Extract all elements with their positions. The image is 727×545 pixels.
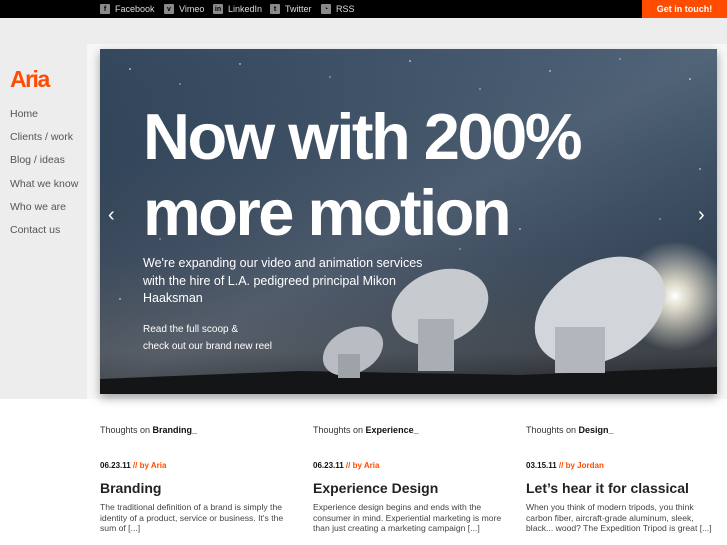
post-meta: 06.23.11 // by Aria xyxy=(100,461,167,470)
post-excerpt: The traditional definition of a brand is… xyxy=(100,502,284,534)
rss-label: RSS xyxy=(336,4,355,14)
post-meta: 03.15.11 // by Jordan xyxy=(526,461,604,470)
post-meta: 06.23.11 // by Aria xyxy=(313,461,380,470)
thoughts-heading: Thoughts on Experience_ xyxy=(313,425,419,435)
vimeo-icon: v xyxy=(164,4,174,14)
thoughts-heading: Thoughts on Branding_ xyxy=(100,425,198,435)
facebook-link[interactable]: f Facebook xyxy=(100,0,155,18)
post-author[interactable]: by Aria xyxy=(353,461,380,470)
post-date: 06.23.11 xyxy=(100,461,131,470)
vimeo-label: Vimeo xyxy=(179,4,205,14)
twitter-link[interactable]: t Twitter xyxy=(270,0,312,18)
hero-slide: Now with 200% more motion We're expandin… xyxy=(100,49,717,394)
nav-item-clients-work[interactable]: Clients / work xyxy=(10,129,78,152)
hero-headline: Now with 200% more motion xyxy=(143,99,583,251)
post-title[interactable]: Experience Design xyxy=(313,480,503,498)
rss-icon: ◔ xyxy=(321,4,331,14)
slider-next-arrow-icon[interactable]: › xyxy=(698,205,705,225)
linkedin-label: LinkedIn xyxy=(228,4,263,14)
post-title[interactable]: Let’s hear it for classical xyxy=(526,480,716,498)
slider-prev-arrow-icon[interactable]: ‹ xyxy=(108,205,115,225)
thoughts-topic[interactable]: Branding_ xyxy=(153,425,198,435)
post-date: 06.23.11 xyxy=(313,461,344,470)
thoughts-topic[interactable]: Design_ xyxy=(579,425,614,435)
get-in-touch-button[interactable]: Get in touch! xyxy=(642,0,727,18)
facebook-icon: f xyxy=(100,4,110,14)
nav-item-what-we-know[interactable]: What we know xyxy=(10,176,78,199)
nav-item-contact-us[interactable]: Contact us xyxy=(10,222,78,245)
hero-link-line-2[interactable]: check out our brand new reel xyxy=(143,338,272,355)
nav-item-who-we-are[interactable]: Who we are xyxy=(10,199,78,222)
rss-link[interactable]: ◔ RSS xyxy=(321,0,355,18)
twitter-label: Twitter xyxy=(285,4,312,14)
linkedin-link[interactable]: in LinkedIn xyxy=(213,0,262,18)
nav-item-blog-ideas[interactable]: Blog / ideas xyxy=(10,152,78,175)
vimeo-link[interactable]: v Vimeo xyxy=(164,0,204,18)
post-author[interactable]: by Aria xyxy=(140,461,167,470)
post-excerpt: Experience design begins and ends with t… xyxy=(313,502,502,534)
logo[interactable]: Aria xyxy=(10,66,50,93)
post-title[interactable]: Branding xyxy=(100,480,290,498)
linkedin-icon: in xyxy=(213,4,223,14)
top-bar: f Facebook v Vimeo in LinkedIn t Twitter… xyxy=(0,0,727,18)
post-author[interactable]: by Jordan xyxy=(566,461,604,470)
thoughts-heading: Thoughts on Design_ xyxy=(526,425,614,435)
hero-link-line-1[interactable]: Read the full scoop & xyxy=(143,321,272,338)
hero-headline-line-1: Now with 200% xyxy=(143,100,583,173)
facebook-label: Facebook xyxy=(115,4,155,14)
post-column-experience: Thoughts on Experience_ 06.23.11 // by A… xyxy=(313,425,503,534)
post-column-design: Thoughts on Design_ 03.15.11 // by Jorda… xyxy=(526,425,716,534)
post-column-branding: Thoughts on Branding_ 06.23.11 // by Ari… xyxy=(100,425,290,534)
post-date: 03.15.11 xyxy=(526,461,557,470)
hero-headline-line-2: more motion xyxy=(143,176,512,249)
nav-item-home[interactable]: Home xyxy=(10,106,78,129)
thoughts-topic[interactable]: Experience_ xyxy=(366,425,419,435)
hero-subtext: We're expanding our video and animation … xyxy=(143,256,423,305)
post-excerpt: When you think of modern tripods, you th… xyxy=(526,502,712,534)
twitter-icon: t xyxy=(270,4,280,14)
hero-link[interactable]: Read the full scoop & check out our bran… xyxy=(143,321,272,355)
main-nav: Home Clients / work Blog / ideas What we… xyxy=(10,106,78,245)
